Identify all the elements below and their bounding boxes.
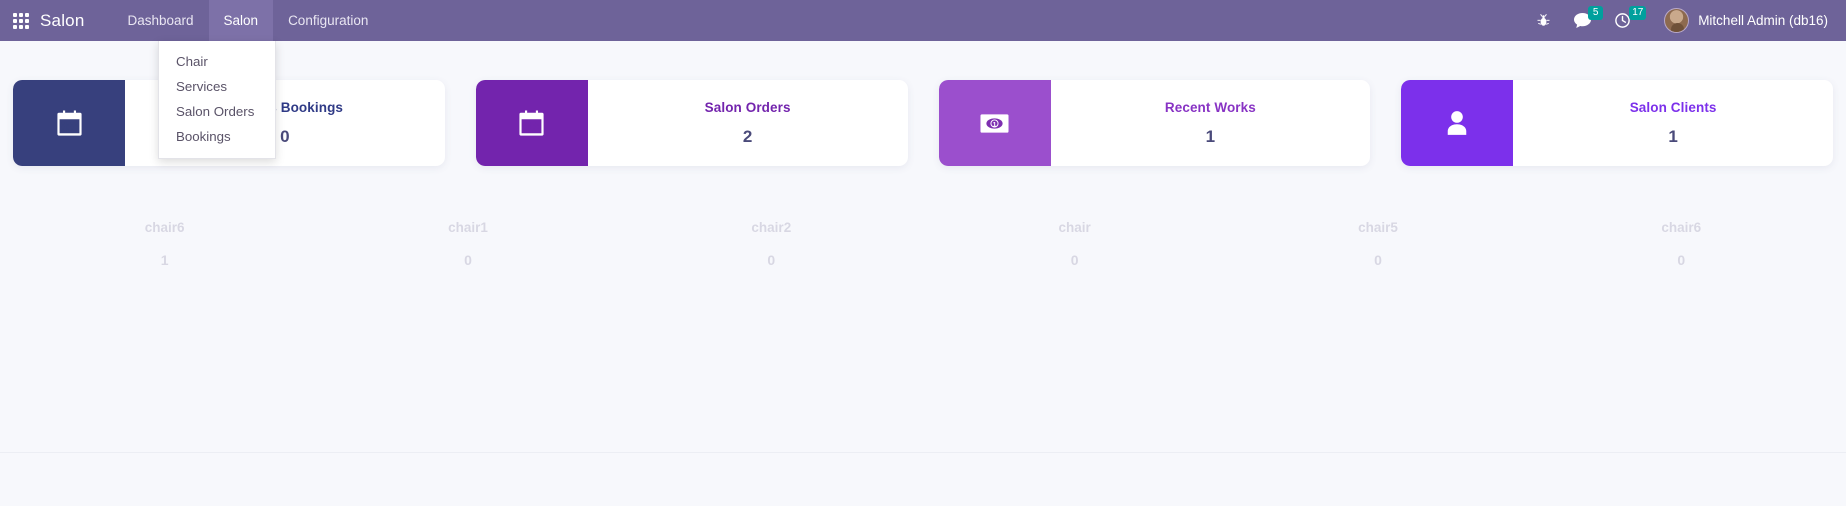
apps-grid-icon[interactable]	[10, 10, 32, 32]
chair-value: 0	[767, 252, 776, 268]
card-body: Salon Orders 2	[588, 80, 908, 166]
nav-menu-salon[interactable]: Salon	[208, 0, 274, 41]
card-title: Recent Works	[1164, 99, 1256, 115]
dropdown-item-services[interactable]: Services	[159, 74, 275, 99]
chair-name: chair2	[751, 220, 792, 235]
card-body: Recent Works 1	[1051, 80, 1371, 166]
card-body: Salon Clients 1	[1513, 80, 1833, 166]
chair-cell[interactable]: chair5 0	[1226, 220, 1529, 268]
chair-value: 0	[464, 252, 472, 268]
bug-icon[interactable]	[1525, 0, 1562, 41]
calendar-icon	[13, 80, 125, 166]
user-name-label: Mitchell Admin (db16)	[1698, 13, 1828, 28]
chair-name: chair	[1058, 220, 1091, 235]
chair-name: chair1	[448, 220, 488, 235]
chair-value: 1	[160, 252, 169, 268]
brand-title[interactable]: Salon	[40, 11, 84, 31]
messages-icon[interactable]: 5	[1562, 0, 1604, 41]
card-value: 1	[1668, 126, 1678, 146]
chair-summary-row: chair6 1 chair1 0 chair2 0 chair 0 chair…	[0, 220, 1846, 268]
dropdown-item-salon-orders[interactable]: Salon Orders	[159, 99, 275, 124]
svg-text:1: 1	[993, 121, 997, 128]
card-value: 2	[742, 126, 753, 146]
dropdown-item-bookings[interactable]: Bookings	[159, 124, 275, 149]
banknote-icon: 1	[938, 80, 1051, 166]
messages-badge: 5	[1588, 6, 1604, 20]
chair-name: chair6	[1661, 220, 1702, 235]
chair-value: 0	[1374, 252, 1382, 268]
chair-cell[interactable]: chair6 1	[13, 220, 316, 268]
card-value: 1	[1205, 126, 1216, 146]
card-salon-clients[interactable]: Salon Clients 1	[1401, 80, 1833, 166]
nav-menu-dashboard[interactable]: Dashboard	[112, 0, 208, 41]
card-title: Salon Clients	[1629, 99, 1717, 115]
card-value: 0	[280, 126, 290, 146]
chair-cell[interactable]: chair 0	[923, 220, 1226, 268]
card-recent-works[interactable]: 1 Recent Works 1	[938, 80, 1371, 166]
salon-dropdown-menu: Chair Services Salon Orders Bookings	[158, 41, 276, 159]
avatar	[1664, 8, 1690, 33]
chair-value: 0	[1677, 252, 1686, 268]
calendar-icon	[475, 80, 588, 166]
systray: 5 17	[1525, 0, 1647, 41]
user-menu[interactable]: Mitchell Admin (db16)	[1656, 0, 1846, 41]
card-salon-orders[interactable]: Salon Orders 2	[475, 80, 908, 166]
dropdown-item-chair[interactable]: Chair	[159, 49, 275, 74]
chair-name: chair5	[1358, 220, 1398, 235]
top-navbar: Salon Dashboard Salon Configuration 5 17…	[0, 0, 1846, 159]
chair-name: chair6	[144, 220, 185, 235]
user-icon	[1401, 80, 1514, 166]
chair-cell[interactable]: chair2 0	[620, 220, 923, 268]
chair-cell[interactable]: chair6 0	[1530, 220, 1833, 268]
activities-clock-icon[interactable]: 17	[1603, 0, 1647, 41]
activities-badge: 17	[1629, 6, 1647, 20]
footer-divider	[0, 452, 1846, 453]
chair-cell[interactable]: chair1 0	[316, 220, 619, 268]
card-title: Salon Orders	[704, 99, 791, 115]
chair-value: 0	[1070, 252, 1079, 268]
dashboard-content: Today's Bookings 0 Salon Orders 2 1 Rece…	[0, 41, 1846, 453]
kpi-cards-row: Today's Bookings 0 Salon Orders 2 1 Rece…	[0, 80, 1846, 166]
nav-menu-configuration[interactable]: Configuration	[273, 0, 383, 41]
